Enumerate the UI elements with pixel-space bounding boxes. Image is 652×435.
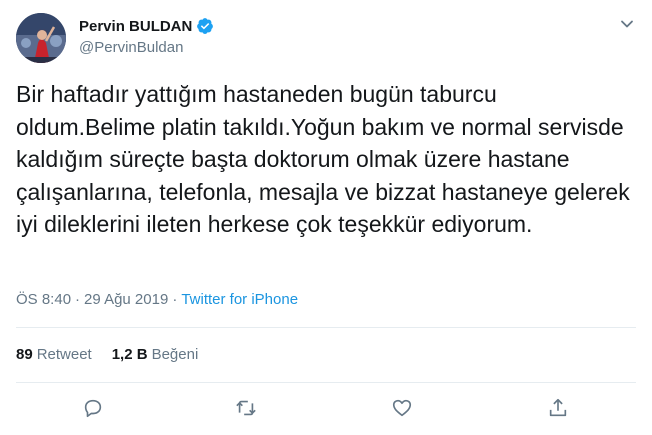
divider: [16, 327, 636, 328]
retweet-label: Retweet: [36, 346, 92, 363]
like-stat[interactable]: 1,2 B Beğeni: [112, 346, 199, 363]
reply-icon[interactable]: [82, 397, 106, 421]
meta-separator-2: ·: [172, 291, 178, 308]
name-row: Pervin BULDAN: [79, 17, 214, 35]
tweet-stats: 89 Retweet 1,2 B Beğeni: [16, 346, 218, 363]
like-count: 1,2 B: [111, 346, 148, 363]
verified-badge-icon: [196, 17, 214, 35]
retweet-count: 89: [16, 346, 33, 363]
tweet-source-link[interactable]: Twitter for iPhone: [181, 291, 298, 308]
chevron-down-icon[interactable]: [620, 17, 634, 31]
tweet-text: Bir haftadır yattığım hastaneden bugün t…: [16, 81, 630, 237]
share-icon[interactable]: [547, 397, 571, 421]
like-label: Beğeni: [151, 346, 199, 363]
divider: [16, 382, 636, 383]
heart-icon[interactable]: [391, 397, 415, 421]
display-name[interactable]: Pervin BULDAN: [79, 18, 192, 35]
tweet-time[interactable]: ÖS 8:40: [16, 291, 71, 308]
tweet-date[interactable]: 29 Ağu 2019: [84, 291, 168, 308]
tweet-actions: [0, 395, 652, 425]
tweet-header: Pervin BULDAN @PervinBuldan: [16, 13, 636, 63]
tweet-meta: ÖS 8:40 · 29 Ağu 2019 · Twitter for iPho…: [16, 291, 298, 308]
retweet-icon[interactable]: [235, 397, 259, 421]
meta-separator: ·: [75, 291, 81, 308]
user-handle[interactable]: @PervinBuldan: [79, 39, 183, 56]
retweet-stat[interactable]: 89 Retweet: [16, 346, 92, 363]
avatar[interactable]: [16, 13, 66, 63]
